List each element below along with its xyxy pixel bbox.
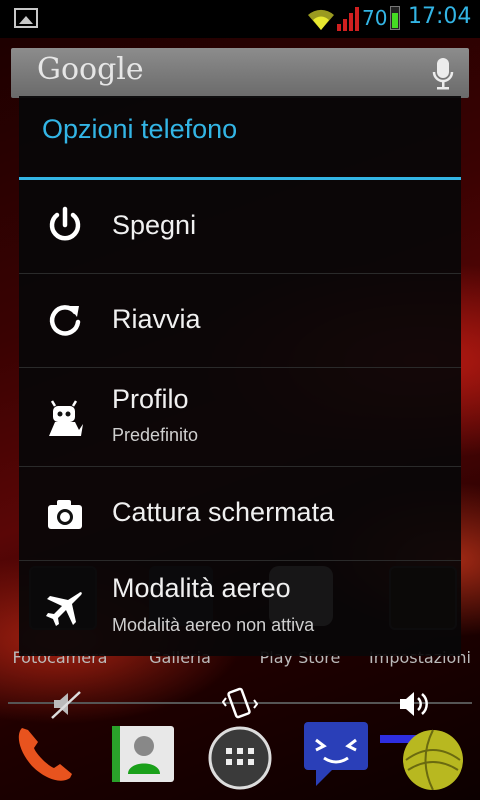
menu-item-sublabel: Modalità aereo non attiva (112, 615, 315, 635)
menu-item-profile[interactable]: Profilo Predefinito (19, 368, 461, 466)
dock-browser[interactable] (398, 720, 468, 791)
wifi-icon (308, 9, 334, 30)
sound-on-icon[interactable] (398, 688, 432, 720)
menu-item-label: Riavvia (112, 304, 201, 334)
menu-item-power-off[interactable]: Spegni (19, 180, 461, 273)
google-logo: Google (37, 52, 144, 87)
contacts-icon (112, 726, 174, 782)
phone-options-dialog: Opzioni telefono Spegni Riavvia Profilo … (19, 96, 461, 656)
dock-messaging[interactable] (302, 720, 372, 790)
phone-icon (18, 728, 72, 781)
reboot-icon (49, 305, 81, 336)
menu-item-sublabel: Predefinito (112, 425, 199, 445)
screenshot-camera-icon (48, 500, 82, 529)
menu-item-airplane-mode[interactable]: Modalità aereo Modalità aereo non attiva (19, 561, 461, 656)
menu-item-label: Profilo (112, 384, 189, 414)
signal-icon (337, 7, 359, 31)
dialog-title: Opzioni telefono (42, 114, 238, 144)
clock: 17:04 (408, 4, 472, 29)
app-drawer-icon (208, 726, 272, 790)
silent-icon[interactable] (50, 688, 82, 720)
battery-percent: 70 (362, 6, 388, 30)
battery-icon (390, 6, 400, 30)
menu-item-label: Modalità aereo (112, 573, 291, 603)
menu-item-label: Cattura schermata (112, 497, 335, 527)
google-search-bar[interactable]: Google (11, 48, 469, 98)
dock-contacts[interactable] (108, 720, 178, 790)
airplane-icon (46, 592, 82, 626)
status-bar: 70 17:04 (0, 0, 480, 38)
menu-item-label: Spegni (112, 210, 197, 240)
vibrate-icon[interactable] (222, 684, 258, 722)
gallery-notification-icon (14, 8, 38, 28)
menu-item-reboot[interactable]: Riavvia (19, 274, 461, 367)
dock-phone[interactable] (10, 720, 80, 790)
messaging-icon (304, 722, 368, 786)
profile-icon (49, 400, 83, 436)
power-icon (49, 206, 81, 241)
sound-mode-row (0, 680, 480, 724)
dock-app-drawer[interactable] (205, 720, 275, 790)
browser-icon (403, 729, 463, 791)
menu-item-screenshot[interactable]: Cattura schermata (19, 467, 461, 560)
mic-icon[interactable] (431, 56, 455, 92)
